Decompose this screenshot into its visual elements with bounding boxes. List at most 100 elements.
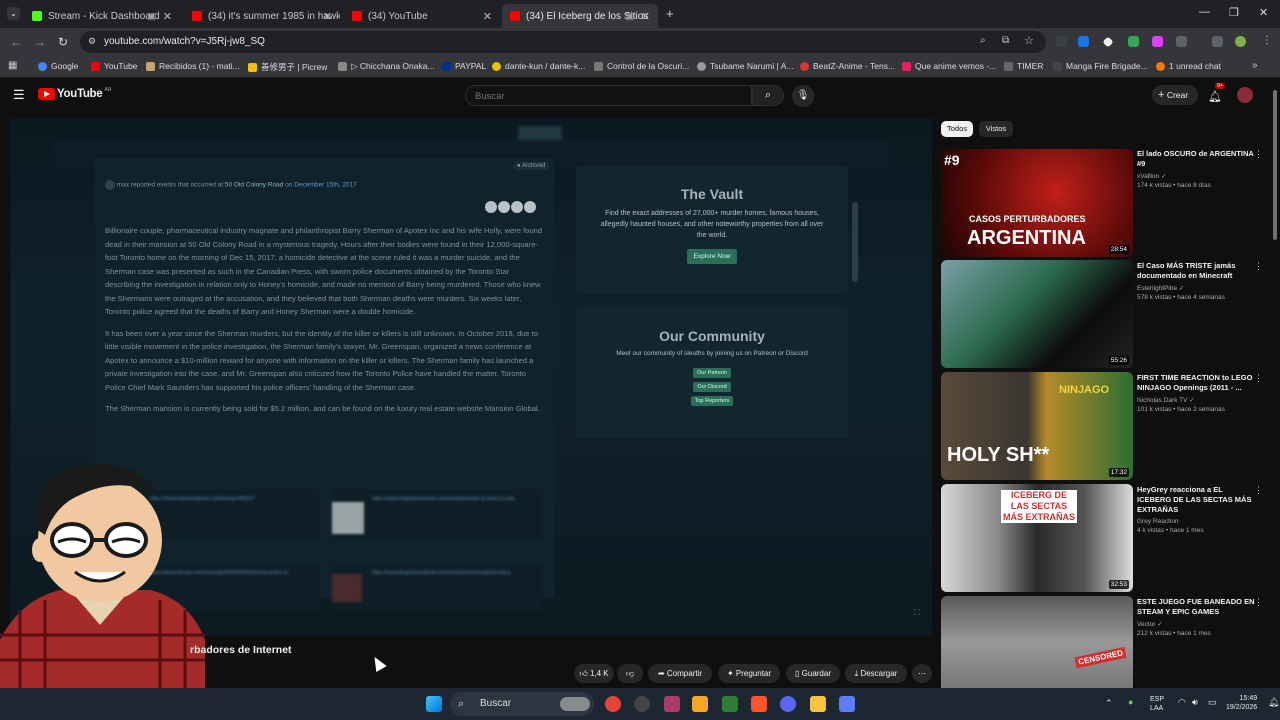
- bookmark-chicchana[interactable]: ▷ Chicchana Onaka...: [338, 61, 435, 72]
- tab-search-icon[interactable]: ⌄: [7, 7, 20, 20]
- site-info-icon[interactable]: ⚙: [88, 36, 96, 47]
- video-menu-icon[interactable]: ⋮: [1254, 373, 1263, 384]
- reload-icon[interactable]: ↻: [58, 35, 68, 49]
- bookmark-recibidos[interactable]: Recibidos (1) - mati...: [146, 61, 240, 71]
- clock[interactable]: 15:49 19/2/2026: [1226, 694, 1257, 712]
- video-info[interactable]: El Caso MÁS TRISTE jamás documentado en …: [1137, 261, 1255, 301]
- bookmark-paypal[interactable]: PAYPAL: [442, 61, 486, 71]
- ask-button[interactable]: ✦ Preguntar: [718, 664, 780, 683]
- volume-icon[interactable]: 🔊︎: [1192, 697, 1198, 708]
- extension-icon[interactable]: [1152, 36, 1163, 47]
- download-button[interactable]: ⤓ Descargar: [845, 664, 907, 683]
- tab-youtube[interactable]: (34) YouTube ✕: [344, 4, 500, 28]
- notifications-button[interactable]: 🔔︎ 9+: [1208, 83, 1226, 105]
- menu-kebab-icon[interactable]: ⋮: [1262, 35, 1272, 46]
- share-icon[interactable]: [524, 201, 536, 213]
- close-icon[interactable]: ✕: [323, 10, 332, 23]
- video-info[interactable]: El lado OSCURO de ARGENTINA #9 xVallion …: [1137, 149, 1255, 189]
- search-button[interactable]: ⌕: [752, 85, 784, 106]
- more-actions-button[interactable]: ⋯: [912, 664, 932, 683]
- share-icon[interactable]: [498, 201, 510, 213]
- bookmark-dante[interactable]: dante-kun / dante-k...: [492, 61, 585, 71]
- app-icon[interactable]: [839, 696, 855, 712]
- search-input[interactable]: [475, 91, 735, 102]
- video-menu-icon[interactable]: ⋮: [1254, 485, 1263, 496]
- bookmark-control[interactable]: Control de la Oscuri...: [594, 61, 689, 71]
- bookmark-youtube[interactable]: YouTube: [91, 61, 137, 71]
- tray-mic-icon[interactable]: ●: [1128, 697, 1133, 707]
- extension-icon[interactable]: [1078, 36, 1089, 47]
- save-button[interactable]: ▯ Guardar: [786, 664, 840, 683]
- thumbnail-argentina[interactable]: #9 CASOS PERTURBADORES ARGENTINA 28:54: [941, 149, 1133, 257]
- tab-iceberg[interactable]: (34) El Iceberg de los Sitios ▣ ✕: [502, 4, 658, 28]
- share-icon[interactable]: [485, 201, 497, 213]
- bookmark-mangafire[interactable]: Manga Fire Brigade...: [1053, 61, 1148, 71]
- app-icon[interactable]: [664, 696, 680, 712]
- extension-icon[interactable]: [1056, 36, 1067, 47]
- thumbnail-minecraft[interactable]: 55:26: [941, 260, 1133, 368]
- bookmark-star-icon[interactable]: ☆: [1024, 34, 1034, 47]
- create-button[interactable]: + Crear: [1152, 85, 1198, 105]
- thumbnail-sectas[interactable]: ICEBERG DE LAS SECTAS MÁS EXTRAÑAS 32:53: [941, 484, 1133, 592]
- address-bar[interactable]: ⚙ youtube.com/watch?v=J5Rj-jw8_SQ ⌕ ⧉ ☆: [80, 31, 1046, 53]
- page-scrollbar[interactable]: [1273, 90, 1277, 240]
- close-icon[interactable]: ✕: [483, 10, 492, 23]
- brave-icon[interactable]: [751, 696, 767, 712]
- thumbnail-censored[interactable]: CENSORED: [941, 596, 1133, 688]
- app-icon[interactable]: [722, 696, 738, 712]
- reading-list-icon[interactable]: [1212, 36, 1223, 47]
- install-icon[interactable]: ⧉: [1002, 35, 1009, 46]
- apps-grid-icon[interactable]: ▦: [8, 60, 17, 71]
- chrome-icon[interactable]: [605, 696, 621, 712]
- account-avatar[interactable]: [1237, 87, 1253, 103]
- bookmark-unread-chat[interactable]: 1 unread chat: [1156, 61, 1221, 71]
- extension-icon[interactable]: [1102, 36, 1114, 48]
- extensions-puzzle-icon[interactable]: [1176, 36, 1187, 47]
- language-indicator[interactable]: ESP LAA: [1150, 695, 1164, 713]
- hamburger-menu-icon[interactable]: ☰: [13, 87, 25, 103]
- bookmark-google[interactable]: Google: [38, 61, 78, 71]
- bookmark-beatz[interactable]: BeatZ-Anime - Tens...: [800, 61, 895, 71]
- obs-icon[interactable]: [634, 696, 650, 712]
- zoom-icon[interactable]: ⌕: [980, 35, 986, 46]
- file-explorer-icon[interactable]: [810, 696, 826, 712]
- back-icon[interactable]: ←: [10, 35, 22, 49]
- wifi-icon[interactable]: ◠: [1178, 697, 1186, 708]
- tray-chevron-icon[interactable]: ⌃: [1105, 698, 1113, 709]
- notification-bell-icon[interactable]: 🔔︎: [1268, 697, 1279, 708]
- chip-vistos[interactable]: Vistos: [979, 121, 1013, 137]
- discord-icon[interactable]: [780, 696, 796, 712]
- profile-avatar[interactable]: [1235, 36, 1246, 47]
- extension-icon[interactable]: [1128, 36, 1139, 47]
- voice-search-button[interactable]: 🎙: [792, 85, 814, 107]
- video-menu-icon[interactable]: ⋮: [1254, 149, 1263, 160]
- video-info[interactable]: ESTE JUEGO FUE BANEADO EN STEAM Y EPIC G…: [1137, 597, 1255, 637]
- app-icon[interactable]: [692, 696, 708, 712]
- video-info[interactable]: FIRST TIME REACTION to LEGO NINJAGO Open…: [1137, 373, 1255, 413]
- video-info[interactable]: HeyGrey reacciona a EL ICEBERG DE LAS SE…: [1137, 485, 1255, 534]
- minimize-icon[interactable]: —: [1199, 6, 1210, 18]
- windows-start-icon[interactable]: [426, 696, 442, 712]
- tab-summer-1985[interactable]: (34) it's summer 1985 in hawkin ✕: [184, 4, 340, 28]
- youtube-logo[interactable]: YouTube AR: [38, 87, 111, 100]
- dislike-button[interactable]: 👎︎: [617, 664, 643, 683]
- bookmark-timer[interactable]: TIMER: [1004, 61, 1043, 71]
- fullscreen-icon[interactable]: ⛶: [914, 608, 920, 618]
- share-icon[interactable]: [511, 201, 523, 213]
- tab-kick[interactable]: Stream - Kick Dashboard ▣ ✕: [24, 4, 180, 28]
- search-field[interactable]: [465, 85, 752, 106]
- more-bookmarks-icon[interactable]: »: [1252, 60, 1258, 71]
- like-button[interactable]: 👍︎ 1,4 K: [574, 664, 614, 683]
- thumbnail-ninjago[interactable]: NINJAGO HOLY SH** 17:32: [941, 372, 1133, 480]
- new-tab-icon[interactable]: +: [666, 6, 674, 21]
- bookmark-picrew[interactable]: 善修男子 | Picrew: [248, 61, 327, 73]
- video-menu-icon[interactable]: ⋮: [1254, 261, 1263, 272]
- close-window-icon[interactable]: ✕: [1259, 6, 1268, 19]
- forward-icon[interactable]: →: [34, 35, 46, 49]
- video-menu-icon[interactable]: ⋮: [1254, 597, 1263, 608]
- restore-icon[interactable]: ❐: [1229, 6, 1239, 19]
- taskbar-search[interactable]: ⌕ Buscar: [450, 692, 594, 716]
- share-button[interactable]: ➦ Compartir: [648, 664, 712, 683]
- chip-todos[interactable]: Todos: [941, 121, 973, 137]
- close-icon[interactable]: ✕: [163, 10, 172, 23]
